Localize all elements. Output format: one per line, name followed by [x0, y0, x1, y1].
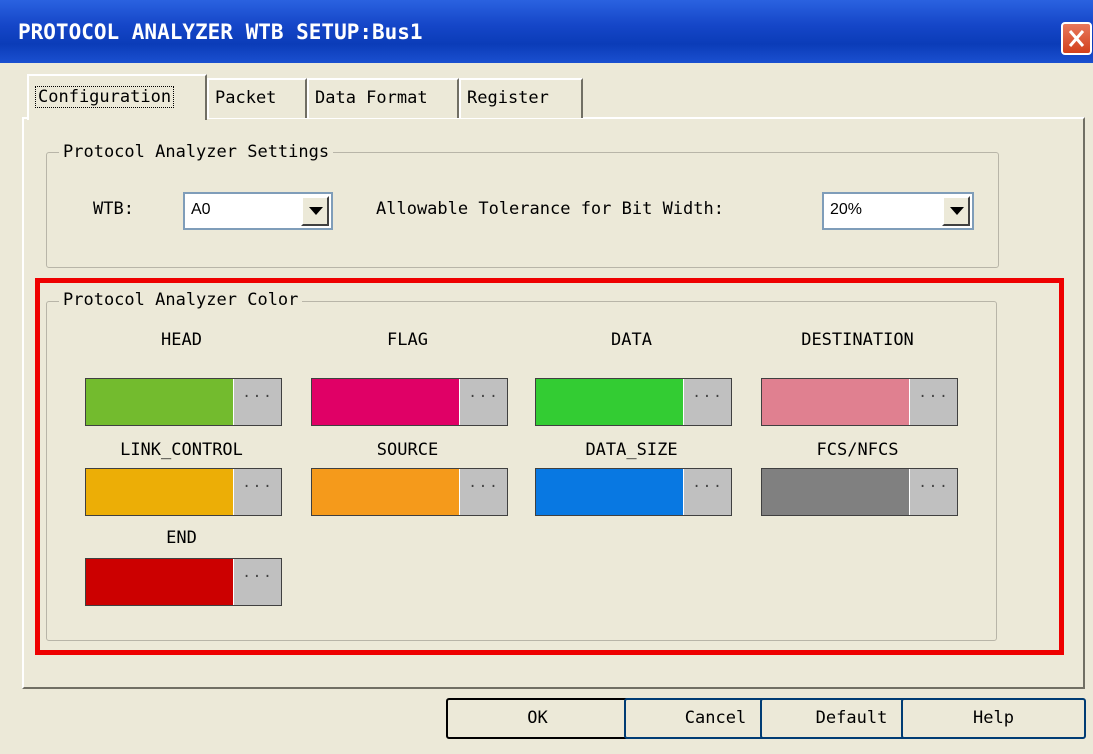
- close-button[interactable]: [1061, 22, 1092, 55]
- tolerance-dropdown-button[interactable]: [942, 196, 970, 226]
- tolerance-label: Allowable Tolerance for Bit Width:: [376, 199, 724, 219]
- window-title: PROTOCOL ANALYZER WTB SETUP:Bus1: [18, 20, 423, 44]
- chevron-down-icon: [309, 207, 323, 215]
- tab-register-label: Register: [467, 88, 549, 108]
- help-button[interactable]: Help: [901, 698, 1086, 739]
- tab-data-format[interactable]: Data Format: [307, 78, 459, 118]
- tab-configuration[interactable]: Configuration: [27, 74, 207, 120]
- tolerance-select[interactable]: 20%: [822, 192, 974, 230]
- wtb-dropdown-button[interactable]: [301, 196, 329, 226]
- close-icon: [1068, 30, 1085, 47]
- tab-packet-label: Packet: [215, 88, 277, 108]
- tolerance-select-value: 20%: [830, 201, 863, 218]
- wtb-select-value: A0: [191, 201, 211, 218]
- tab-data-format-label: Data Format: [315, 88, 428, 108]
- chevron-down-icon: [950, 207, 964, 215]
- settings-group-title: Protocol Analyzer Settings: [59, 142, 334, 162]
- tab-configuration-label: Configuration: [35, 86, 175, 108]
- tab-packet[interactable]: Packet: [207, 78, 307, 118]
- tab-register[interactable]: Register: [459, 78, 583, 118]
- wtb-select[interactable]: A0: [183, 192, 333, 230]
- ok-button[interactable]: OK: [446, 698, 629, 739]
- wtb-label: WTB:: [93, 199, 134, 219]
- highlight-box: [35, 278, 1064, 655]
